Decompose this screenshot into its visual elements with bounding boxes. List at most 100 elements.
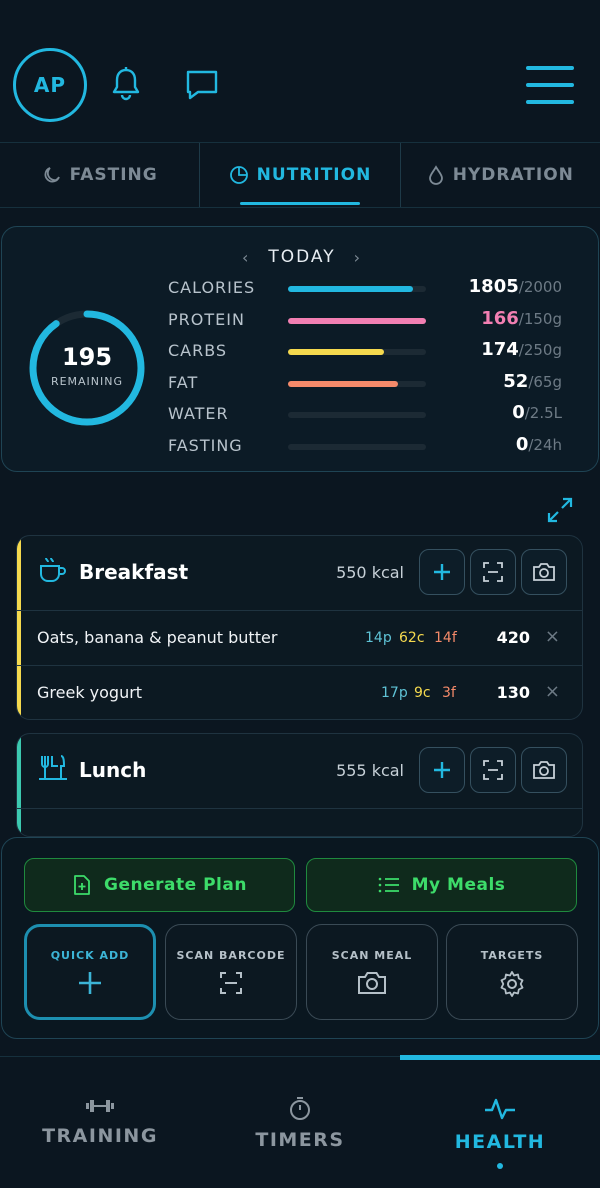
meal-title: Lunch: [79, 758, 147, 782]
camera-icon: [533, 563, 555, 581]
metric-goal: /2.5L: [524, 404, 562, 423]
coffee-cup-icon: [40, 557, 66, 582]
tile-label: SCAN BARCODE: [176, 949, 286, 962]
remove-food-icon[interactable]: ×: [545, 681, 560, 702]
utensils-icon: [39, 755, 67, 780]
pie-chart-icon: [229, 166, 248, 184]
generate-plan-label: Generate Plan: [104, 875, 247, 895]
metric-value: 1805/2000: [469, 276, 562, 297]
metric-row-fat: FAT 52/65g: [168, 371, 568, 397]
food-item[interactable]: [17, 808, 582, 836]
food-fat: 3f: [442, 685, 456, 701]
day-navigator: ‹ TODAY ›: [242, 245, 362, 269]
tab-hydration[interactable]: HYDRATION: [399, 143, 600, 207]
meal-kcal: 550 kcal: [336, 563, 404, 582]
metric-current: 174: [481, 339, 519, 361]
bottom-navigation: TRAINING TIMERS HEALTH: [0, 1055, 600, 1188]
scan-barcode-button[interactable]: [470, 549, 516, 595]
food-item[interactable]: Oats, banana & peanut butter 14p 62c 14f…: [17, 610, 582, 665]
metric-row-fasting: FASTING 0/24h: [168, 434, 568, 460]
tab-label: HYDRATION: [452, 165, 574, 185]
metric-label: WATER: [168, 404, 229, 424]
nav-label: HEALTH: [454, 1131, 546, 1153]
nav-health[interactable]: HEALTH: [400, 1057, 600, 1188]
food-fat: 14f: [434, 630, 457, 646]
food-carbs: 9c: [414, 685, 431, 701]
camera-icon: [533, 761, 555, 779]
metric-value: 52/65g: [503, 371, 562, 392]
generate-plan-button[interactable]: Generate Plan: [24, 858, 295, 912]
plus-icon: [79, 972, 101, 994]
metric-goal: /150g: [518, 309, 562, 328]
droplet-icon: [428, 165, 443, 185]
chat-icon[interactable]: [182, 64, 222, 104]
food-name: Oats, banana & peanut butter: [37, 628, 278, 647]
meal-card-breakfast: Breakfast 550 kcal Oats, banana & peanut…: [16, 535, 583, 720]
my-meals-button[interactable]: My Meals: [306, 858, 577, 912]
my-meals-label: My Meals: [411, 875, 506, 895]
prev-day-button[interactable]: ‹: [242, 248, 250, 267]
avatar[interactable]: AP: [13, 48, 87, 122]
metric-label: FAT: [168, 372, 199, 392]
targets-tile[interactable]: TARGETS: [446, 924, 578, 1020]
metric-current: 0: [515, 434, 529, 455]
gear-icon: [500, 971, 524, 997]
file-plus-icon: [74, 875, 90, 895]
remaining-calories: 195: [61, 343, 113, 371]
barcode-scan-icon: [483, 562, 503, 582]
metric-progress-bar: [288, 412, 426, 419]
bell-icon[interactable]: [106, 64, 146, 104]
quick-add-button[interactable]: QUICK ADD: [24, 924, 156, 1020]
section-tabs: FASTING NUTRITION HYDRATION: [0, 142, 600, 208]
scan-barcode-button[interactable]: [470, 747, 516, 793]
list-icon: [378, 877, 399, 893]
metric-progress-bar: [288, 380, 426, 387]
nav-timers[interactable]: TIMERS: [200, 1057, 400, 1188]
tab-fasting[interactable]: FASTING: [0, 143, 199, 207]
expand-icon[interactable]: [545, 495, 575, 525]
plus-icon: [434, 564, 450, 580]
metric-row-calories: CALORIES 1805/2000: [168, 276, 568, 302]
meal-kcal: 555 kcal: [336, 761, 404, 780]
daily-summary-card: ‹ TODAY › 195 REMAINING CALORIES 1805/200…: [1, 226, 599, 472]
metric-value: 166/150g: [481, 308, 562, 329]
metric-label: FASTING: [168, 436, 243, 455]
menu-icon[interactable]: [526, 66, 574, 104]
nav-label: TRAINING: [42, 1125, 158, 1147]
metric-goal: /2000: [518, 278, 562, 296]
remove-food-icon[interactable]: ×: [545, 626, 560, 647]
metric-current: 1805: [468, 276, 519, 297]
add-food-button[interactable]: [419, 549, 465, 595]
remaining-label: REMAINING: [50, 375, 124, 388]
tile-label: SCAN MEAL: [331, 949, 413, 962]
next-day-button[interactable]: ›: [354, 248, 362, 267]
metric-row-water: WATER 0/2.5L: [168, 402, 568, 428]
metric-progress-fill: [288, 380, 399, 387]
nav-training[interactable]: TRAINING: [0, 1057, 200, 1188]
tab-nutrition[interactable]: NUTRITION: [199, 143, 399, 207]
add-food-button[interactable]: [419, 747, 465, 793]
metric-progress-fill: [288, 317, 426, 324]
metric-current: 166: [481, 307, 519, 329]
meal-card-lunch: Lunch 555 kcal: [16, 733, 583, 837]
plus-icon: [434, 762, 450, 778]
metric-goal: /24h: [528, 436, 562, 454]
metric-row-carbs: CARBS 174/250g: [168, 339, 568, 365]
metric-label: CALORIES: [168, 278, 256, 297]
scan-meal-button[interactable]: [521, 549, 567, 595]
scan-meal-button[interactable]: [521, 747, 567, 793]
dumbbell-icon: [86, 1100, 114, 1112]
tab-label: FASTING: [69, 165, 158, 185]
metric-goal: /250g: [518, 341, 562, 360]
metric-progress-bar: [288, 286, 426, 292]
scan-meal-tile[interactable]: SCAN MEAL: [306, 924, 438, 1020]
food-protein: 17p: [381, 685, 408, 701]
nav-label: TIMERS: [255, 1129, 345, 1151]
metric-label: PROTEIN: [168, 309, 245, 329]
scan-barcode-tile[interactable]: SCAN BARCODE: [165, 924, 297, 1020]
quick-actions-panel: Generate Plan My Meals QUICK ADD SCAN BA…: [1, 837, 599, 1039]
app-header: AP: [0, 0, 600, 142]
food-item[interactable]: Greek yogurt 17p 9c 3f 130 ×: [17, 665, 582, 719]
food-calories: 420: [496, 628, 530, 647]
metric-value: 0/2.5L: [512, 402, 562, 423]
